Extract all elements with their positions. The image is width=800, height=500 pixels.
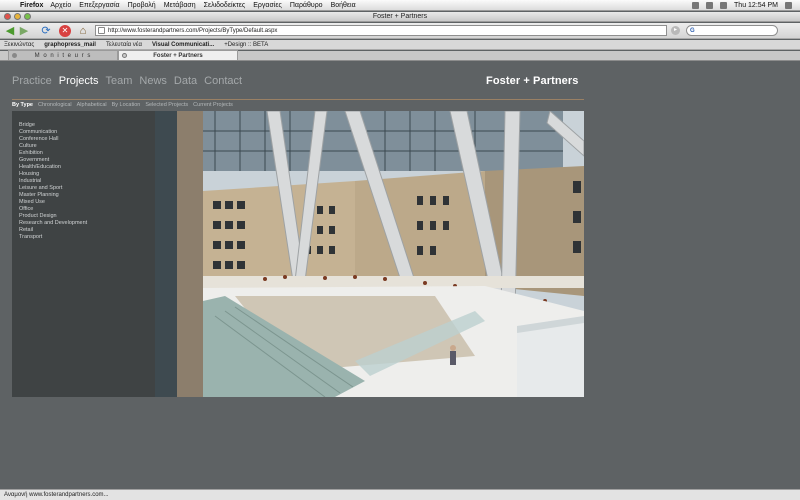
subnav-by-type[interactable]: By Type — [12, 102, 33, 108]
nav-practice[interactable]: Practice — [12, 75, 52, 87]
mac-menu-bar: Firefox Αρχείο Επεξεργασία Προβολή Μετάβ… — [0, 0, 800, 11]
menu-file[interactable]: Αρχείο — [50, 0, 71, 11]
tab-favicon-icon — [12, 53, 17, 58]
nav-team[interactable]: Team — [106, 75, 133, 87]
window-title: Foster + Partners — [372, 13, 428, 20]
menu-tools[interactable]: Εργασίες — [253, 0, 282, 11]
page-content: Practice Projects Team News Data Contact… — [0, 62, 800, 489]
navigation-toolbar: ◀ ▶ ⟳ ✕ ⌂ http://www.fosterandpartners.c… — [0, 23, 800, 39]
close-window-icon[interactable] — [4, 13, 11, 20]
atrium-illustration — [155, 111, 584, 397]
menu-extras: Thu 12:54 PM — [692, 0, 792, 11]
projects-subnav: By Type Chronological Alphabetical By Lo… — [12, 102, 238, 108]
status-text: Αναμονή www.fosterandpartners.com... — [4, 492, 109, 498]
window-controls — [4, 13, 31, 20]
subnav-alphabetical[interactable]: Alphabetical — [77, 102, 107, 108]
tab-label: M o n i t e u r s — [34, 53, 92, 59]
type-link[interactable]: Retail — [19, 227, 155, 234]
go-icon[interactable]: ▸ — [671, 26, 680, 35]
window-title-bar: Foster + Partners — [0, 12, 800, 22]
type-link[interactable]: Culture — [19, 143, 155, 150]
menu-view[interactable]: Προβολή — [128, 0, 156, 11]
subnav-selected-projects[interactable]: Selected Projects — [145, 102, 188, 108]
subnav-current-projects[interactable]: Current Projects — [193, 102, 233, 108]
nav-data[interactable]: Data — [174, 75, 197, 87]
nav-projects[interactable]: Projects — [59, 75, 99, 87]
type-link[interactable]: Exhibition — [19, 150, 155, 157]
type-link[interactable]: Research and Development — [19, 220, 155, 227]
site-favicon-icon — [98, 27, 105, 34]
type-link[interactable]: Conference Hall — [19, 136, 155, 143]
menu-bookmarks[interactable]: Σελιδοδείκτες — [204, 0, 246, 11]
type-link[interactable]: Transport — [19, 234, 155, 241]
spotlight-icon[interactable] — [785, 1, 792, 9]
type-link[interactable]: Government — [19, 157, 155, 164]
type-link[interactable]: Health/Education — [19, 164, 155, 171]
header-divider — [12, 99, 584, 100]
subnav-by-location[interactable]: By Location — [112, 102, 141, 108]
flag-icon[interactable] — [720, 1, 728, 9]
site-logo[interactable]: Foster + Partners — [486, 75, 579, 87]
search-field[interactable]: G — [686, 25, 778, 36]
menu-go[interactable]: Μετάβαση — [164, 0, 196, 11]
volume-icon[interactable] — [706, 1, 714, 9]
nav-news[interactable]: News — [139, 75, 167, 87]
type-link[interactable]: Industrial — [19, 178, 155, 185]
type-link[interactable]: Office — [19, 206, 155, 213]
menu-edit[interactable]: Επεξεργασία — [79, 0, 119, 11]
nav-contact[interactable]: Contact — [204, 75, 242, 87]
menu-window[interactable]: Παράθυρο — [290, 0, 323, 11]
forward-arrow-icon[interactable]: ▶ — [17, 24, 31, 38]
url-bar[interactable]: http://www.fosterandpartners.com/Project… — [95, 25, 667, 36]
type-link[interactable]: Housing — [19, 171, 155, 178]
bookmark-item[interactable]: Visual Communicati... — [152, 40, 214, 49]
type-link[interactable]: Bridge — [19, 122, 155, 129]
bookmark-item[interactable]: Ξεκινώντας — [4, 40, 34, 49]
menu-clock[interactable]: Thu 12:54 PM — [734, 0, 778, 11]
tab-strip: M o n i t e u r s Foster + Partners — [0, 50, 800, 61]
bookmark-item[interactable]: Τελευταία νέα — [106, 40, 142, 49]
bookmark-item[interactable]: +Design :: BETA — [224, 40, 268, 49]
type-link[interactable]: Master Planning — [19, 192, 155, 199]
reload-icon[interactable]: ⟳ — [39, 24, 53, 38]
project-photo — [155, 111, 584, 397]
type-link[interactable]: Mixed Use — [19, 199, 155, 206]
site-main-nav: Practice Projects Team News Data Contact — [12, 75, 249, 87]
tab-foster-partners[interactable]: Foster + Partners — [118, 50, 238, 60]
zoom-window-icon[interactable] — [24, 13, 31, 20]
tab-label: Foster + Partners — [153, 53, 203, 59]
type-link[interactable]: Leisure and Sport — [19, 185, 155, 192]
bookmark-item[interactable]: graphopress_mail — [44, 40, 96, 49]
project-type-list: Bridge Communication Conference Hall Cul… — [12, 111, 155, 397]
back-arrow-icon[interactable]: ◀ — [3, 24, 17, 38]
status-bar: Αναμονή www.fosterandpartners.com... — [0, 489, 800, 500]
menu-app-name[interactable]: Firefox — [20, 0, 43, 11]
url-text[interactable]: http://www.fosterandpartners.com/Project… — [108, 28, 277, 34]
subnav-chronological[interactable]: Chronological — [38, 102, 72, 108]
type-link[interactable]: Communication — [19, 129, 155, 136]
tab-favicon-icon — [122, 53, 127, 58]
home-icon[interactable]: ⌂ — [76, 24, 90, 38]
menu-extra-icon[interactable] — [692, 1, 700, 9]
stop-icon[interactable]: ✕ — [59, 24, 71, 37]
minimize-window-icon[interactable] — [14, 13, 21, 20]
bookmarks-bar: Ξεκινώντας graphopress_mail Τελευταία νέ… — [0, 40, 800, 50]
search-engine-icon[interactable]: G — [690, 28, 695, 34]
menu-help[interactable]: Βοήθεια — [331, 0, 356, 11]
tab-moniteurs[interactable]: M o n i t e u r s — [8, 50, 118, 60]
type-link[interactable]: Product Design — [19, 213, 155, 220]
